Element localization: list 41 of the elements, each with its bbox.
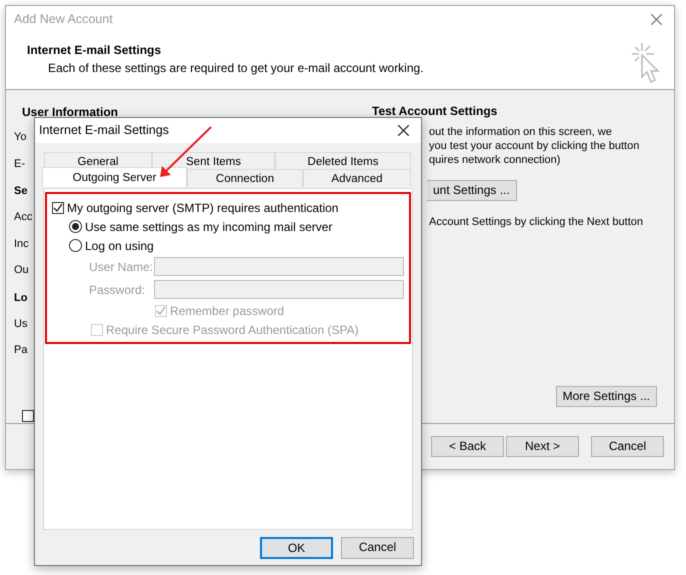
tab[interactable]: Outgoing Server [42,167,187,187]
field-label: User Name: [89,258,154,276]
instruction-text: Account Settings by clicking the Next button [428,215,644,229]
field-label: Yo [14,130,26,145]
wizard-button[interactable]: < Back [431,436,504,457]
field-label: Ou [14,263,29,278]
dialog-button[interactable]: Cancel [341,536,414,558]
header-subtitle: Each of these settings are required to get your e-mail account working. [47,60,424,77]
field-label: Password: [89,282,146,298]
radio-label: Log on using [85,238,154,254]
radio-button[interactable] [69,239,82,252]
radio-button[interactable] [69,220,82,233]
section-heading: Lo [14,290,28,306]
window-title: Add New Account [14,10,113,28]
checkbox[interactable] [22,410,34,422]
checkbox[interactable] [52,202,64,214]
header-title: Internet E-mail Settings [27,42,162,59]
field-label: Us [14,316,28,332]
wizard-button[interactable]: Next > [506,436,579,457]
checkbox-label: Require Secure Password Authentication (SPA) [106,322,359,338]
field-label: Pa [14,343,28,358]
tab[interactable]: Connection [187,169,303,187]
test-account-button[interactable]: unt Settings ... [427,180,517,201]
checkbox-label: Remember password [170,302,284,320]
more-settings-button[interactable]: More Settings ... [556,386,657,407]
section-heading: User Information [22,105,118,121]
description-text: out the information on this screen, we [429,125,613,139]
field-label: Acc [14,210,32,225]
section-heading: Se [14,184,28,199]
tab[interactable]: Advanced [303,169,411,187]
section-heading: Test Account Settings [372,104,498,120]
dialog-button[interactable]: OK [260,536,333,558]
radio-label: Use same settings as my incoming mail server [85,218,332,236]
wizard-button[interactable]: Cancel [591,436,664,457]
dialog-title: Internet E-mail Settings [39,122,169,140]
field-label: Inc [14,236,29,252]
tab[interactable]: Deleted Items [275,152,411,170]
description-text: you test your account by clicking the button [429,139,640,153]
field-label: E- [14,156,25,172]
checkbox-label: My outgoing server (SMTP) requires authentication [67,200,338,216]
description-text: quires network connection) [429,153,562,167]
